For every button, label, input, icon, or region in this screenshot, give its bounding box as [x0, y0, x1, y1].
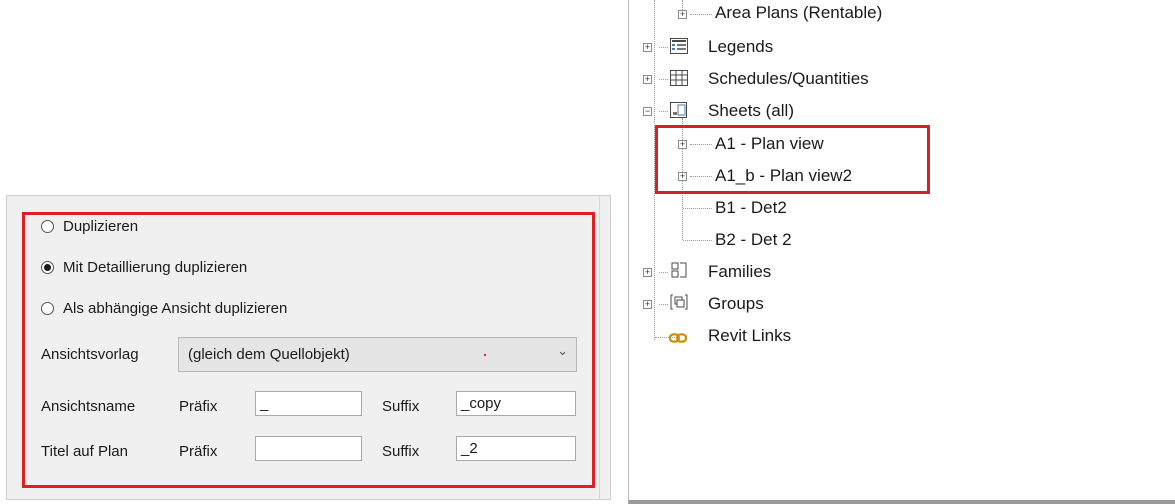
cursor-mark — [484, 354, 486, 356]
tree-guide-line — [683, 240, 712, 241]
tree-item-label: Families — [708, 262, 772, 281]
tree-item-legends[interactable]: Legends — [708, 37, 773, 57]
view-template-select[interactable]: (gleich dem Quellobjekt) ⌄ — [178, 337, 577, 372]
expand-icon[interactable]: + — [643, 268, 652, 277]
sheet-title-label: Titel auf Plan — [41, 443, 128, 460]
sheet-title-suffix-label: Suffix — [382, 443, 420, 460]
tree-item-label: B2 - Det 2 — [715, 230, 792, 249]
tree-item-groups[interactable]: Groups — [708, 294, 764, 314]
radio-duplicate-as-dependent-label: Als abhängige Ansicht duplizieren — [63, 300, 288, 317]
view-name-suffix-input[interactable]: _copy — [456, 391, 576, 416]
schedule-icon — [670, 70, 688, 86]
tree-guide-line — [659, 111, 668, 112]
tree-item-label: Legends — [708, 37, 774, 56]
tree-item-label: Groups — [708, 294, 764, 313]
tree-item-label: Area Plans (Rentable) — [715, 3, 883, 22]
tree-item-label: A1 - Plan view — [715, 134, 824, 153]
radio-indicator[interactable] — [41, 261, 54, 274]
radio-duplicate-as-dependent[interactable]: Als abhängige Ansicht duplizieren — [41, 300, 287, 317]
sheet-title-prefix-input[interactable] — [255, 436, 362, 461]
tree-item-sheets[interactable]: Sheets (all) — [708, 101, 794, 121]
view-name-prefix-input[interactable]: _ — [255, 391, 362, 416]
radio-duplicate-label: Duplizieren — [63, 218, 139, 235]
tree-item-sheet-a1b[interactable]: A1_b - Plan view2 — [715, 166, 852, 186]
view-template-label: Ansichtsvorlag — [41, 346, 139, 363]
expand-icon[interactable]: + — [643, 300, 652, 309]
tree-item-area-plans[interactable]: Area Plans (Rentable) — [715, 3, 882, 23]
legend-icon — [670, 38, 688, 54]
sheet-icon — [670, 102, 687, 118]
tree-guide-line — [690, 144, 712, 145]
tree-guide-line — [659, 79, 668, 80]
tree-item-label: Revit Links — [708, 326, 792, 345]
tree-guide-line — [659, 304, 668, 305]
family-icon — [671, 262, 687, 278]
radio-indicator[interactable] — [41, 220, 54, 233]
radio-duplicate-with-detailing[interactable]: Mit Detaillierung duplizieren — [41, 259, 247, 276]
tree-guide-line — [683, 208, 712, 209]
tree-guide-line — [659, 47, 668, 48]
radio-indicator[interactable] — [41, 302, 54, 315]
collapse-icon[interactable]: − — [643, 107, 652, 116]
tree-item-sheet-b2[interactable]: B2 - Det 2 — [715, 230, 792, 250]
tree-item-label: Sheets (all) — [708, 101, 794, 120]
tree-item-label: B1 - Det2 — [715, 198, 787, 217]
view-name-prefix-label: Präfix — [179, 398, 218, 415]
tree-item-families[interactable]: Families — [708, 262, 771, 282]
expand-icon[interactable]: + — [678, 10, 687, 19]
view-name-suffix-label: Suffix — [382, 398, 420, 415]
radio-duplicate-with-detailing-label: Mit Detaillierung duplizieren — [63, 259, 248, 276]
expand-icon[interactable]: + — [643, 43, 652, 52]
expand-icon[interactable]: + — [678, 140, 687, 149]
group-icon — [670, 294, 688, 310]
link-icon — [669, 333, 687, 343]
chevron-down-icon[interactable]: ⌄ — [557, 343, 568, 359]
tree-guide-line — [659, 272, 668, 273]
tree-item-revit-links[interactable]: Revit Links — [708, 326, 791, 346]
tree-item-schedules[interactable]: Schedules/Quantities — [708, 69, 869, 89]
sheet-title-suffix-input[interactable]: _2 — [456, 436, 576, 461]
tree-item-label: A1_b - Plan view2 — [715, 166, 853, 185]
tree-item-label: Schedules/Quantities — [708, 69, 869, 88]
sheet-title-prefix-label: Präfix — [179, 443, 218, 460]
panel-scrollbar[interactable] — [599, 196, 610, 499]
expand-icon[interactable]: + — [643, 75, 652, 84]
view-template-value: (gleich dem Quellobjekt) — [188, 346, 350, 363]
tree-guide-line — [654, 0, 655, 340]
tree-guide-line — [690, 176, 712, 177]
radio-duplicate[interactable]: Duplizieren — [41, 218, 138, 235]
view-name-label: Ansichtsname — [41, 398, 136, 415]
expand-icon[interactable]: + — [678, 172, 687, 181]
tree-guide-line — [690, 14, 712, 15]
tree-item-sheet-a1[interactable]: A1 - Plan view — [715, 134, 824, 154]
tree-item-sheet-b1[interactable]: B1 - Det2 — [715, 198, 787, 218]
